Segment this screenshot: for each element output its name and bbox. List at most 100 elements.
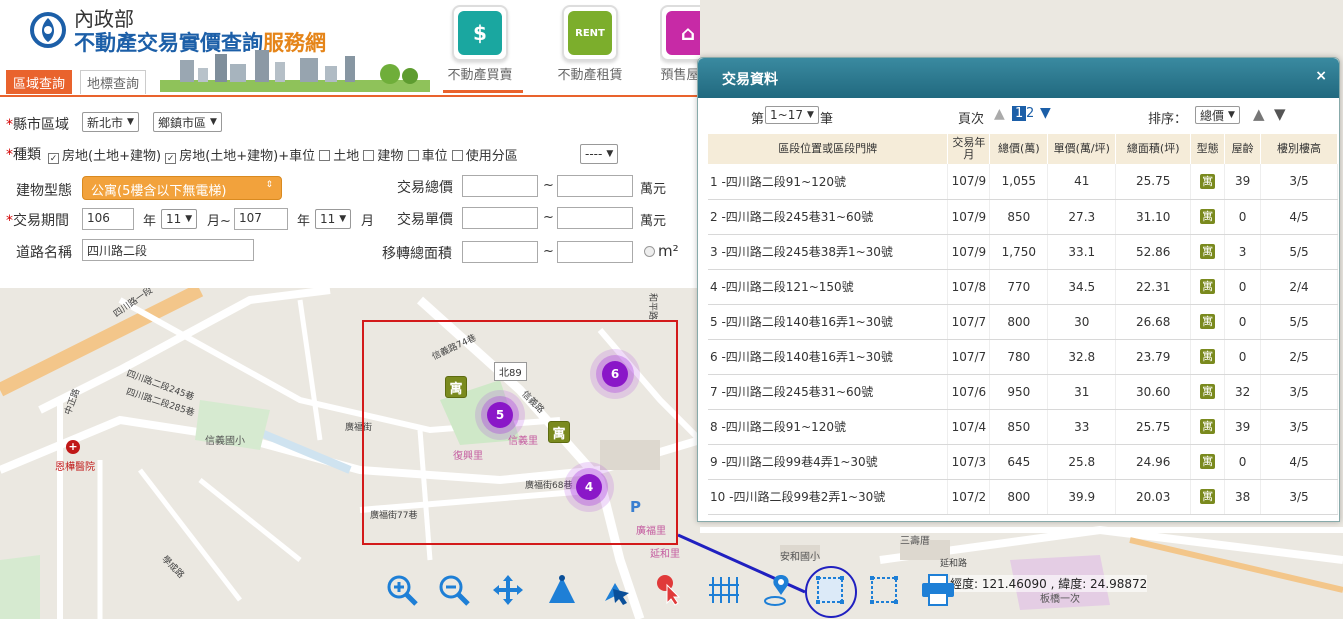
- address-text: -四川路二段140巷16弄1~30號: [721, 350, 893, 364]
- district-select[interactable]: 鄉鎮市區 ▼: [153, 112, 222, 132]
- sqm-radio[interactable]: m²: [644, 242, 679, 260]
- period-from-month-select[interactable]: 11 ▼: [161, 209, 198, 229]
- area-max-input[interactable]: [557, 241, 633, 263]
- cell-floor: 3/5: [1260, 164, 1338, 200]
- category-checkbox[interactable]: 土地: [319, 149, 359, 164]
- apartment-type-badge: 寓: [1200, 349, 1216, 364]
- hospital-label: 恩樺醫院: [55, 462, 95, 473]
- cell-date: 107/9: [947, 234, 991, 270]
- polygon-select-icon[interactable]: [866, 572, 902, 608]
- table-row[interactable]: 1 -四川路二段91~120號 107/9 1,055 41 25.75 寓 39 3/5: [708, 164, 1338, 200]
- table-row[interactable]: 4 -四川路二段121~150號 107/8 770 34.5 22.31 寓 0 2/4: [708, 269, 1338, 305]
- apartment-type-badge: 寓: [1200, 173, 1216, 189]
- address-text: -四川路二段99巷4弄1~30號: [721, 455, 878, 469]
- range-label: 第: [751, 112, 765, 127]
- tab-area-search[interactable]: 區域查詢: [6, 70, 73, 94]
- area-min-input[interactable]: [462, 241, 538, 263]
- cell-unit-price: 31: [1047, 374, 1117, 410]
- unit-price-min-input[interactable]: [462, 207, 538, 229]
- pan-icon[interactable]: [490, 572, 526, 608]
- col-area[interactable]: 總面積(坪): [1115, 134, 1192, 164]
- col-type[interactable]: 型態: [1190, 134, 1226, 164]
- total-price-max-input[interactable]: [557, 175, 633, 197]
- col-date[interactable]: 交易年月: [947, 134, 991, 164]
- category-checkbox[interactable]: ✓ 房地(土地+建物)+車位: [165, 149, 315, 164]
- row-number: 8: [710, 420, 718, 434]
- row-number: 5: [710, 315, 718, 329]
- table-row[interactable]: 8 -四川路二段91~120號 107/4 850 33 25.75 寓 39 3/5: [708, 409, 1338, 445]
- sanfu-label: 三壽厝: [900, 536, 930, 547]
- cell-age: 0: [1224, 199, 1262, 235]
- category-checkbox[interactable]: 建物: [363, 149, 403, 164]
- close-icon[interactable]: ×: [1315, 68, 1327, 84]
- cell-date: 107/2: [947, 479, 991, 515]
- tab-landmark-search[interactable]: 地標查詢: [80, 70, 147, 94]
- nav-active-indicator: [443, 90, 523, 93]
- address-text: -四川路二段245巷31~60號: [721, 385, 874, 399]
- total-price-min-input[interactable]: [462, 175, 538, 197]
- range-select[interactable]: 1~17 ▼: [765, 106, 819, 124]
- cell-type: 寓: [1190, 164, 1226, 200]
- page-current[interactable]: 1: [1012, 106, 1027, 121]
- table-row[interactable]: 5 -四川路二段140巷16弄1~30號 107/7 800 30 26.68 寓 0 5/5: [708, 304, 1338, 340]
- sort-select[interactable]: 總價 ▼: [1195, 106, 1240, 124]
- period-from-year-input[interactable]: 106: [82, 208, 134, 230]
- zoom-in-icon[interactable]: [384, 572, 420, 608]
- nav-rent[interactable]: RENT 不動產租賃: [550, 5, 630, 83]
- panel-controls: 第 1~17 ▼ 筆 頁次 ▲ 1 2 ▼ 排序： 總價 ▼ ▲ ▼: [698, 98, 1339, 134]
- cell-floor: 2/4: [1260, 269, 1338, 305]
- print-icon[interactable]: [920, 572, 956, 608]
- select-arrow-icon[interactable]: [598, 572, 634, 608]
- col-age[interactable]: 屋齡: [1224, 134, 1262, 164]
- sort-asc-icon[interactable]: ▲: [1253, 105, 1265, 123]
- page-prev-icon[interactable]: ▲: [994, 106, 1005, 122]
- col-address[interactable]: 區段位置或區段門牌: [708, 134, 949, 164]
- road-name-input[interactable]: 四川路二段: [82, 239, 254, 261]
- wan-unit: 萬元: [640, 182, 667, 197]
- apartment-type-badge: 寓: [1200, 384, 1216, 399]
- category-options: ✓ 房地(土地+建物) ✓ 房地(土地+建物)+車位 土地 建物 車位 使用分區: [48, 145, 518, 164]
- table-row[interactable]: 3 -四川路二段245巷38弄1~30號 107/9 1,750 33.1 52.86 寓…: [708, 234, 1338, 270]
- table-row[interactable]: 10 -四川路二段99巷2弄1~30號 107/2 800 39.9 20.03 寓 38 3…: [708, 479, 1338, 515]
- cell-date: 107/4: [947, 409, 991, 445]
- sort-desc-icon[interactable]: ▼: [1274, 105, 1286, 123]
- grid-icon[interactable]: [706, 572, 742, 608]
- nav-presale[interactable]: ⌂ 預售屋: [660, 5, 700, 83]
- zoning-checkbox[interactable]: 使用分區: [451, 149, 518, 164]
- apartment-type-badge: 寓: [1200, 419, 1216, 434]
- location-pin-icon[interactable]: [760, 572, 796, 608]
- cell-total: 800: [989, 304, 1049, 340]
- sort-label: 排序：: [1148, 112, 1188, 127]
- category-checkbox[interactable]: 車位: [407, 149, 448, 164]
- page-next-icon[interactable]: ▼: [1040, 105, 1051, 121]
- pointer-click-icon[interactable]: [652, 572, 688, 608]
- county-select[interactable]: 新北市 ▼: [82, 112, 139, 132]
- period-to-year-input[interactable]: 107: [234, 208, 288, 230]
- unit-price-max-input[interactable]: [557, 207, 633, 229]
- month-unit: 月: [361, 214, 375, 229]
- page-next-number[interactable]: 2: [1026, 106, 1034, 121]
- zoning-select[interactable]: ---- ▼: [580, 144, 619, 164]
- table-row[interactable]: 6 -四川路二段140巷16弄1~30號 107/7 780 32.8 23.79 寓 0 2…: [708, 339, 1338, 375]
- row-number: 2: [710, 210, 718, 224]
- cell-total: 645: [989, 444, 1049, 480]
- cell-area: 30.60: [1115, 374, 1192, 410]
- table-row[interactable]: 9 -四川路二段99巷4弄1~30號 107/3 645 25.8 24.96 寓 0 4/5: [708, 444, 1338, 480]
- table-row[interactable]: 2 -四川路二段245巷31~60號 107/9 850 27.3 31.10 寓 0 4/5: [708, 199, 1338, 235]
- nav-sale[interactable]: $ 不動產買賣: [440, 5, 520, 83]
- school-label: 信義國小: [205, 436, 245, 447]
- zoom-out-icon[interactable]: [436, 572, 472, 608]
- selection-rectangle: [362, 320, 678, 545]
- col-unit-price[interactable]: 單價(萬/坪): [1047, 134, 1117, 164]
- period-to-month-select[interactable]: 11 ▼: [315, 209, 352, 229]
- category-checkbox[interactable]: ✓ 房地(土地+建物): [48, 149, 161, 164]
- cell-unit-price: 41: [1047, 164, 1117, 200]
- cell-floor: 3/5: [1260, 374, 1338, 410]
- cell-date: 107/7: [947, 304, 991, 340]
- measure-icon[interactable]: [544, 572, 580, 608]
- building-type-select[interactable]: 公寓(5樓含以下無電梯) ⇕: [82, 176, 282, 200]
- table-row[interactable]: 7 -四川路二段245巷31~60號 107/6 950 31 30.60 寓 32 3/5: [708, 374, 1338, 410]
- col-total[interactable]: 總價(萬): [989, 134, 1049, 164]
- cell-type: 寓: [1190, 479, 1226, 515]
- col-floor[interactable]: 樓別樓高: [1260, 134, 1338, 164]
